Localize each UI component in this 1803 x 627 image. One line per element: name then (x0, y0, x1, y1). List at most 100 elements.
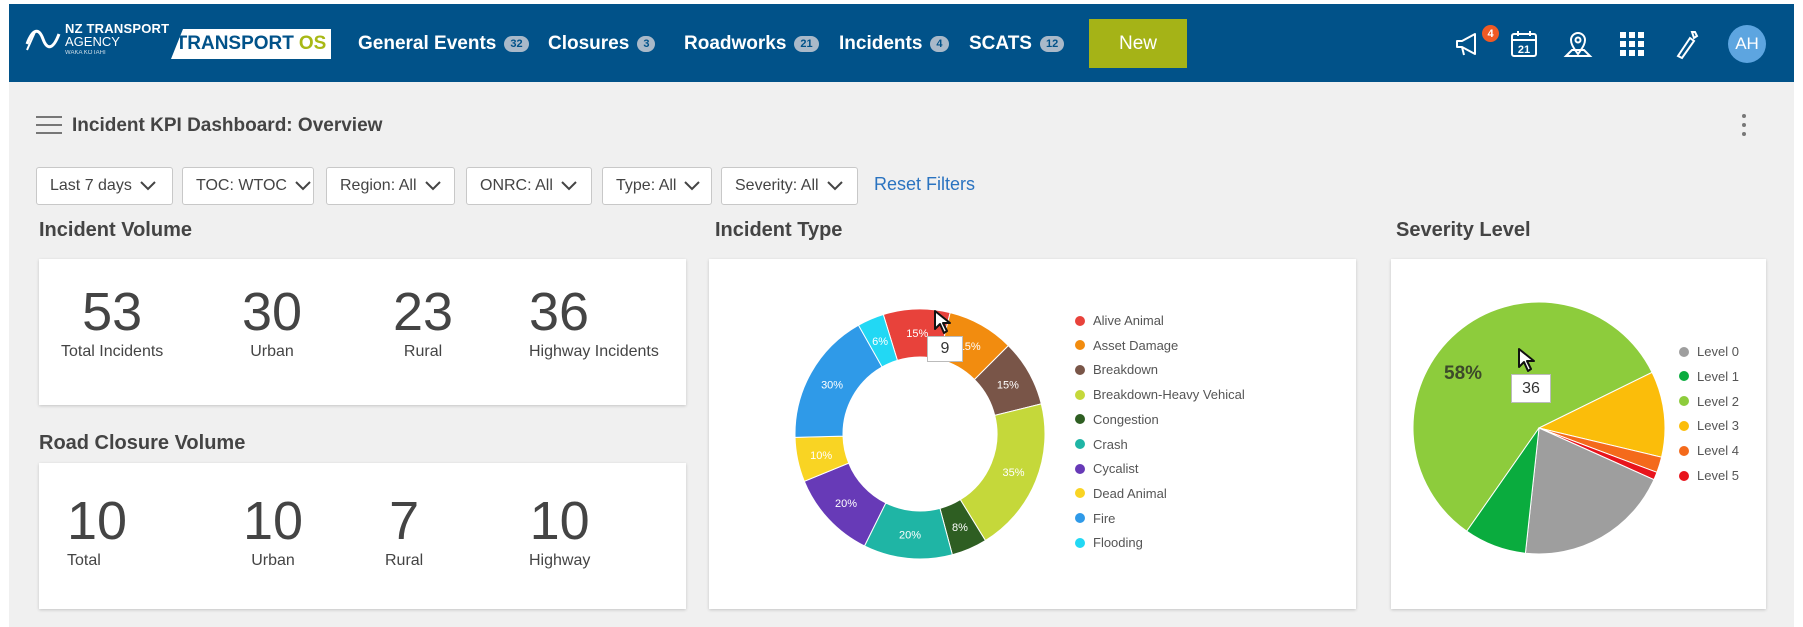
megaphone-icon[interactable] (1453, 28, 1485, 60)
legend-item-congestion[interactable]: Congestion (1075, 412, 1159, 427)
filter-label: Last 7 days (50, 177, 132, 194)
calendar-icon[interactable]: 21 (1508, 28, 1540, 60)
road-closure-volume-title: Road Closure Volume (39, 432, 246, 454)
severity-level-pie-chart[interactable] (1391, 259, 1766, 609)
legend-item-level-2[interactable]: Level 2 (1679, 394, 1739, 409)
legend-dot (1075, 340, 1085, 351)
stat-rural: 23 Rural (393, 285, 453, 361)
filter-severity[interactable]: Severity: All (721, 167, 858, 205)
legend-dot (1075, 513, 1085, 524)
incident-type-donut-chart[interactable]: 15%15%15%35%8%20%20%10%30%6% (709, 259, 1356, 609)
legend-item-level-0[interactable]: Level 0 (1679, 344, 1739, 359)
nav-incidents[interactable]: Incidents 4 (839, 33, 949, 55)
legend-label: Level 3 (1697, 418, 1739, 434)
product-suffix: OS (298, 33, 327, 54)
stat-highway-incidents: 36 Highway Incidents (529, 285, 659, 361)
severity-level-card: 58% 36 Level 0 Level 1 Level 2 Level 3 Level… (1391, 259, 1766, 609)
wand-icon[interactable] (1670, 28, 1702, 60)
nzta-logo[interactable]: NZ TRANSPORT AGENCY WAKA KOTAHI (25, 22, 169, 56)
legend-label: Alive Animal (1093, 313, 1164, 328)
legend-label: Breakdown (1093, 362, 1159, 378)
nav-item-label: General Events (358, 33, 497, 54)
incident-type-card: 15% 15% 15% 35% 8% 20% 20% 10% 30% 6% Alive Anima… (709, 259, 1356, 609)
filter-label: ONRC: All (480, 177, 553, 194)
legend-label: Fire (1093, 510, 1116, 526)
legend-dot (1075, 488, 1085, 499)
legend-dot (1075, 414, 1085, 425)
legend-item-level-4[interactable]: Level 4 (1679, 443, 1739, 458)
nav-item-label: SCATS (969, 33, 1032, 54)
legend-item-level-3[interactable]: Level 3 (1679, 418, 1739, 433)
filter-label: TOC: WTOC (196, 177, 287, 194)
stat-rural: 7 Rural (385, 494, 423, 570)
legend-item-flooding[interactable]: Flooding (1075, 535, 1143, 550)
legend-dot (1679, 396, 1689, 407)
filter-region[interactable]: Region: All (326, 167, 455, 205)
chevron-down-icon (140, 181, 156, 191)
chevron-down-icon (684, 181, 701, 191)
nav-item-label: Closures (548, 33, 630, 54)
legend-dot (1075, 364, 1085, 375)
legend-label: Congestion (1093, 411, 1159, 427)
legend-item-asset-damage[interactable]: Asset Damage (1075, 338, 1178, 353)
nav-closures[interactable]: Closures 3 (548, 33, 656, 55)
legend-item-breakdown[interactable]: Breakdown (1075, 362, 1158, 377)
new-button[interactable]: New (1089, 19, 1187, 68)
stat-value: 53 (82, 282, 143, 342)
filter-label: Region: All (340, 177, 417, 194)
donut-slice-label: 15% (997, 379, 1019, 391)
mouse-cursor-icon (1518, 348, 1535, 372)
filter-label: Type: All (616, 177, 677, 194)
legend-item-alive-animal[interactable]: Alive Animal (1075, 313, 1164, 328)
stat-label: Urban (251, 552, 295, 569)
filter-date-range[interactable]: Last 7 days (36, 167, 173, 205)
nav-scats[interactable]: SCATS 12 (969, 33, 1065, 55)
filter-toc[interactable]: TOC: WTOC (182, 167, 314, 205)
incident-volume-card: 53 Total Incidents 30 Urban 23 Rural 36 … (39, 259, 686, 405)
legend-item-breakdown-heavy-vehical[interactable]: Breakdown-Heavy Vehical (1075, 387, 1245, 402)
top-navigation-bar: NZ TRANSPORT AGENCY WAKA KOTAHI TRANSPOR… (9, 4, 1794, 82)
legend-dot (1679, 470, 1689, 481)
donut-slice-label: 20% (899, 530, 921, 542)
donut-slice-label: 10% (810, 450, 832, 462)
legend-item-dead-animal[interactable]: Dead Animal (1075, 486, 1167, 501)
legend-dot (1075, 315, 1085, 326)
transport-os-badge[interactable]: TRANSPORT OS (171, 29, 331, 59)
nav-item-count: 21 (794, 36, 819, 52)
filter-type[interactable]: Type: All (602, 167, 712, 205)
nav-item-label: Incidents (839, 33, 923, 54)
stat-label: Total Incidents (61, 343, 164, 360)
user-avatar[interactable]: AH (1728, 25, 1766, 63)
legend-item-fire[interactable]: Fire (1075, 511, 1115, 526)
legend-dot (1075, 439, 1085, 449)
legend-item-crash[interactable]: Crash (1075, 437, 1128, 452)
legend-label: Breakdown-Heavy Vehical (1093, 387, 1245, 403)
donut-slice-label: 8% (952, 522, 968, 534)
legend-item-level-1[interactable]: Level 1 (1679, 369, 1739, 384)
stat-label: Highway (529, 552, 591, 569)
window-frame-right (1794, 0, 1803, 627)
nav-roadworks[interactable]: Roadworks 21 (684, 33, 819, 55)
legend-label: Flooding (1093, 535, 1143, 551)
legend-dot (1075, 537, 1085, 548)
menu-hamburger-icon[interactable] (36, 116, 62, 136)
incident-type-title: Incident Type (715, 219, 843, 241)
more-options-icon[interactable] (1742, 114, 1748, 140)
product-name: TRANSPORT (175, 33, 294, 54)
legend-item-level-5[interactable]: Level 5 (1679, 468, 1739, 483)
nav-general-events[interactable]: General Events 32 (358, 33, 529, 55)
filter-onrc[interactable]: ONRC: All (466, 167, 592, 205)
apps-grid-icon[interactable] (1616, 28, 1648, 60)
notification-count-badge: 4 (1482, 25, 1499, 42)
calendar-day: 21 (1518, 44, 1530, 56)
reset-filters-link[interactable]: Reset Filters (874, 174, 975, 195)
legend-item-cycalist[interactable]: Cycalist (1075, 461, 1139, 476)
stat-value: 30 (242, 282, 303, 342)
legend-dot (1679, 420, 1689, 431)
legend-dot (1679, 445, 1689, 456)
logo-line3: WAKA KOTAHI (65, 50, 106, 56)
legend-label: Cycalist (1093, 461, 1139, 477)
stat-highway: 10 Highway (529, 494, 590, 570)
map-pin-icon[interactable] (1562, 28, 1594, 60)
stat-label: Urban (250, 343, 294, 360)
